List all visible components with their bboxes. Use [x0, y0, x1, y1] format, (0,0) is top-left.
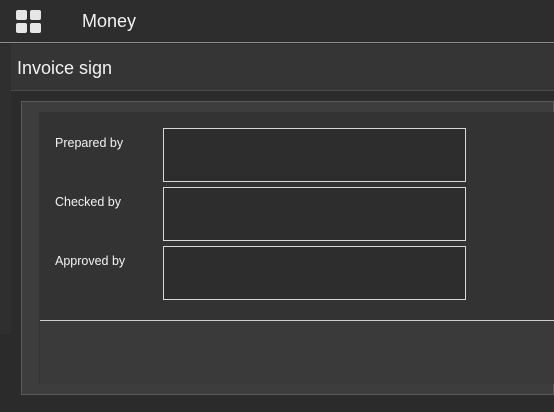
left-edge-panel: [0, 44, 11, 334]
page-header: Invoice sign: [11, 44, 554, 91]
page-title: Invoice sign: [17, 58, 113, 78]
checked-by-label: Checked by: [55, 195, 122, 209]
approved-by-label: Approved by: [55, 254, 126, 268]
app-title: Money: [82, 11, 137, 31]
form-footer: [40, 321, 554, 384]
checked-by-field[interactable]: [163, 187, 466, 241]
prepared-by-field[interactable]: [163, 128, 466, 182]
apps-grid-icon[interactable]: [16, 10, 42, 33]
prepared-by-label: Prepared by: [55, 136, 124, 150]
approved-by-field[interactable]: [163, 246, 466, 300]
top-app-bar: Money: [0, 0, 554, 43]
